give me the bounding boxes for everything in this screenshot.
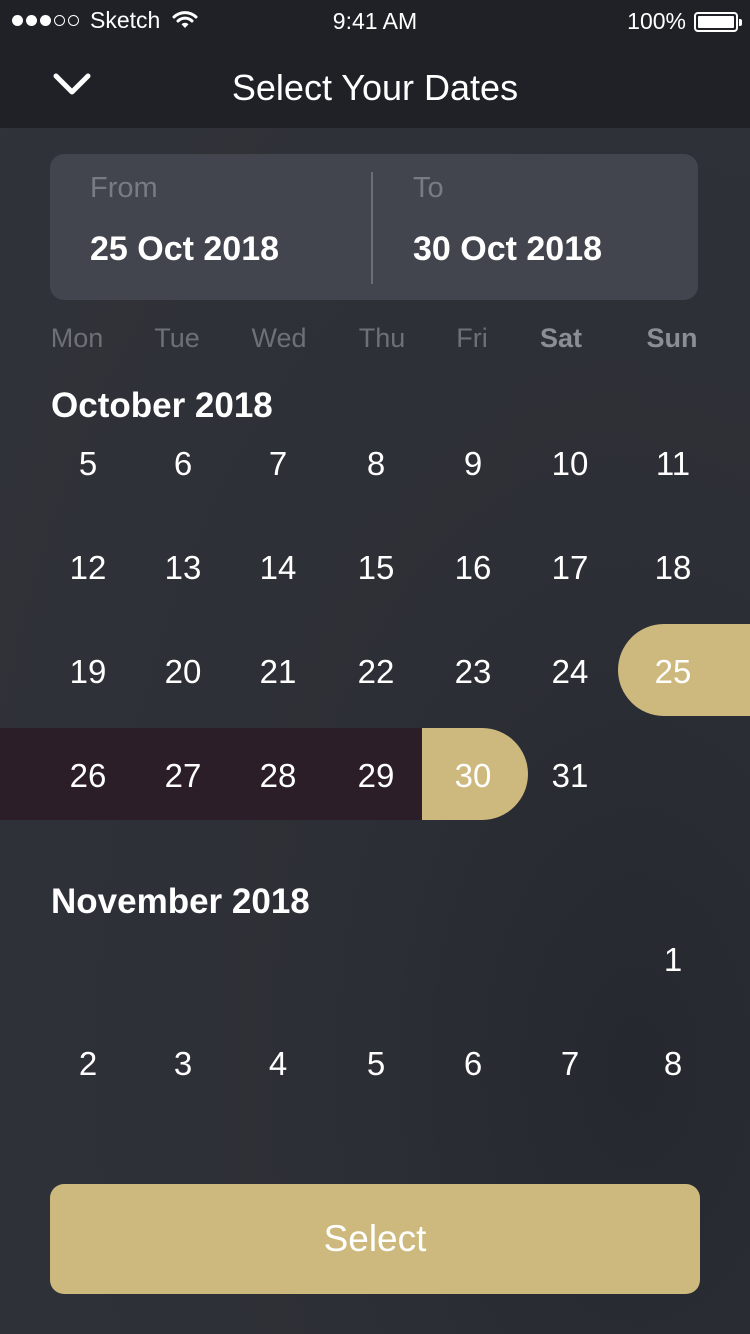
status-right: 100% [627,8,742,35]
calendar-day[interactable]: 9 [425,418,521,510]
dismiss-button[interactable] [48,66,96,102]
weekday-thu: Thu [358,323,406,353]
calendar-day[interactable]: 5 [328,1018,424,1110]
to-label: To [413,172,444,204]
chevron-down-icon [53,73,91,95]
weekday-fri: Fri [456,323,488,353]
range-divider [371,172,373,284]
select-button[interactable]: Select [50,1184,700,1294]
weekday-tue: Tue [154,323,200,353]
weekday-mon: Mon [50,323,104,353]
battery-fill [698,15,734,28]
calendar-day[interactable]: 13 [135,522,231,614]
calendar-day[interactable]: 6 [425,1018,521,1110]
from-value: 25 Oct 2018 [90,230,280,268]
calendar-day[interactable]: 7 [230,418,326,510]
calendar-day[interactable]: 2 [40,1018,136,1110]
calendar-day[interactable]: 24 [522,626,618,718]
calendar-day[interactable]: 29 [328,730,424,822]
calendar-day[interactable]: 17 [522,522,618,614]
calendar-day[interactable]: 28 [230,730,326,822]
calendar-day[interactable]: 23 [425,626,521,718]
calendar-day[interactable]: 4 [230,1018,326,1110]
calendar-day[interactable]: 30 [425,730,521,822]
calendar-day[interactable]: 8 [328,418,424,510]
calendar-day[interactable]: 16 [425,522,521,614]
battery-percent: 100% [627,8,686,34]
calendar-day[interactable]: 31 [522,730,618,822]
calendar-day[interactable]: 22 [328,626,424,718]
to-date-field[interactable]: To 30 Oct 2018 [413,154,693,300]
calendar-day[interactable]: 5 [40,418,136,510]
weekday-sat: Sat [539,323,583,353]
calendar-day[interactable]: 26 [40,730,136,822]
calendar-day[interactable]: 20 [135,626,231,718]
calendar-day[interactable]: 21 [230,626,326,718]
calendar-day[interactable]: 15 [328,522,424,614]
calendar-day[interactable]: 3 [135,1018,231,1110]
date-range-card: From 25 Oct 2018 To 30 Oct 2018 [50,154,698,300]
calendar-day[interactable]: 8 [625,1018,721,1110]
calendar-day[interactable]: 6 [135,418,231,510]
calendar-day[interactable]: 7 [522,1018,618,1110]
calendar-day[interactable]: 11 [625,418,721,510]
calendar-day[interactable]: 19 [40,626,136,718]
month-title-november: November 2018 [51,882,310,921]
battery-icon [694,11,742,32]
calendar-day[interactable]: 1 [625,914,721,1006]
to-value: 30 Oct 2018 [413,230,603,268]
calendar-day[interactable]: 12 [40,522,136,614]
from-date-field[interactable]: From 25 Oct 2018 [90,154,370,300]
nav-bar: Select Your Dates [0,40,750,128]
calendar-day[interactable]: 14 [230,522,326,614]
calendar-day[interactable]: 10 [522,418,618,510]
weekday-sun: Sun [646,323,698,353]
status-bar: Sketch 9:41 AM 100% [0,0,750,40]
weekday-wed: Wed [251,323,307,353]
from-label: From [90,172,158,204]
page-title: Select Your Dates [231,67,519,108]
calendar-day[interactable]: 25 [625,626,721,718]
calendar-day[interactable]: 27 [135,730,231,822]
calendar-day[interactable]: 18 [625,522,721,614]
